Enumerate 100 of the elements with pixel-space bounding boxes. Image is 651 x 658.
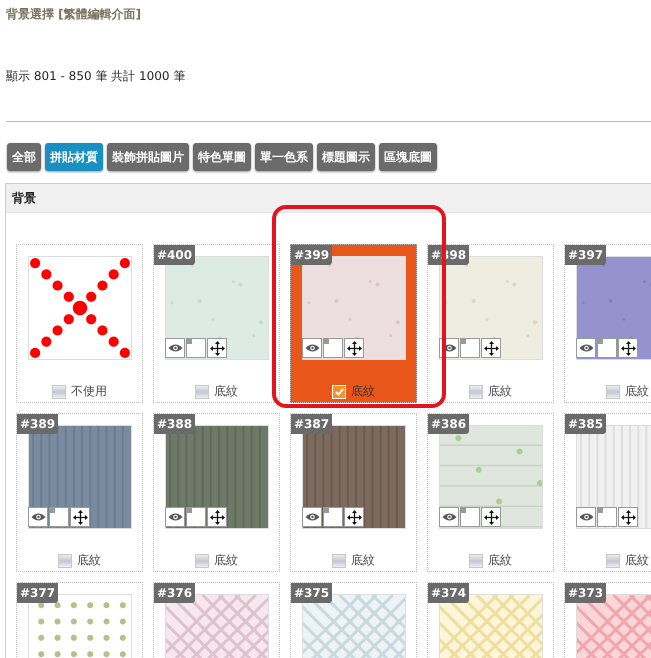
cross-icon <box>28 256 132 360</box>
square-icon <box>461 508 466 513</box>
number-badge: #374 <box>428 583 470 603</box>
eye-icon <box>578 512 594 522</box>
tile-button[interactable] <box>460 338 480 358</box>
texture-card[interactable]: #399 底紋 <box>290 244 417 403</box>
tile-label: 不使用 <box>71 383 107 400</box>
tile-button[interactable] <box>323 338 343 358</box>
tile-label: 底紋 <box>214 552 238 569</box>
tile-label: 底紋 <box>488 383 512 400</box>
preview-button[interactable] <box>576 507 596 527</box>
move-button[interactable] <box>344 338 364 358</box>
tile-button[interactable] <box>186 338 206 358</box>
tile-label: 底紋 <box>77 552 101 569</box>
number-badge: #385 <box>565 414 606 434</box>
preview-button[interactable] <box>302 338 322 358</box>
record-count: 顯示 801 - 850 筆 共計 1000 筆 <box>6 68 186 85</box>
category-tab[interactable]: 拼貼材質 <box>45 143 103 171</box>
move-icon <box>620 340 636 356</box>
checkbox[interactable] <box>58 554 72 568</box>
preview-button[interactable] <box>165 507 185 527</box>
move-icon <box>620 510 636 524</box>
texture-card[interactable]: 不使用 <box>16 244 143 403</box>
tile-button[interactable] <box>597 507 617 527</box>
checkbox[interactable] <box>469 384 483 398</box>
number-badge: #375 <box>291 583 332 603</box>
tile-label: 底紋 <box>351 383 375 400</box>
square-icon <box>50 508 55 513</box>
category-tab[interactable]: 特色單圖 <box>193 143 251 171</box>
move-icon <box>210 510 224 524</box>
panel-title: 背景 <box>12 190 36 206</box>
texture-card[interactable]: #388 底紋 <box>153 413 280 572</box>
tile-button[interactable] <box>323 507 343 527</box>
checkbox[interactable] <box>195 384 209 398</box>
checkbox[interactable] <box>332 554 346 568</box>
move-button[interactable] <box>344 507 364 527</box>
preview-button[interactable] <box>28 507 48 527</box>
square-icon <box>598 339 603 344</box>
tile-button[interactable] <box>597 338 617 358</box>
square-icon <box>461 339 466 344</box>
page-title: 背景選擇 [繁體編輯介面] <box>6 6 142 23</box>
texture-card[interactable]: #389 底紋 <box>16 413 143 572</box>
eye-icon <box>168 343 182 353</box>
number-badge: #377 <box>17 583 58 603</box>
move-icon <box>484 340 498 356</box>
checkbox[interactable] <box>195 554 209 568</box>
eye-icon <box>442 512 456 522</box>
move-button[interactable] <box>481 507 501 527</box>
square-icon <box>598 508 603 513</box>
preview-button[interactable] <box>576 338 596 358</box>
category-tab[interactable]: 區塊底圖 <box>379 143 437 171</box>
number-badge: #400 <box>154 245 196 265</box>
tile-button[interactable] <box>49 507 69 527</box>
texture-card[interactable]: #376 <box>153 582 280 658</box>
category-tab[interactable]: 單一色系 <box>255 143 313 171</box>
eye-icon <box>304 512 320 522</box>
eye-icon <box>578 343 594 353</box>
move-icon <box>210 340 224 356</box>
number-badge: #388 <box>154 414 196 434</box>
tile-label: 底紋 <box>488 552 512 569</box>
category-tab[interactable]: 裝飾拼貼圖片 <box>107 143 189 171</box>
eye-icon <box>168 512 182 522</box>
checkbox[interactable] <box>606 554 620 568</box>
tile-button[interactable] <box>186 507 206 527</box>
move-button[interactable] <box>618 338 638 358</box>
texture-card[interactable]: #400 底紋 <box>153 244 280 403</box>
preview-button[interactable] <box>302 507 322 527</box>
tile-label: 底紋 <box>625 383 649 400</box>
square-icon <box>324 339 329 344</box>
number-badge: #397 <box>565 245 606 265</box>
checkbox[interactable] <box>469 554 483 568</box>
move-icon <box>346 340 362 356</box>
tile-button[interactable] <box>460 507 480 527</box>
move-button[interactable] <box>207 338 227 358</box>
move-button[interactable] <box>481 338 501 358</box>
texture-card[interactable]: #377 <box>16 582 143 658</box>
texture-card[interactable]: #387 底紋 <box>290 413 417 572</box>
texture-card[interactable]: #386 底紋 <box>427 413 554 572</box>
square-icon <box>187 339 192 344</box>
texture-card[interactable]: #375 <box>290 582 417 658</box>
checkbox[interactable] <box>606 384 620 398</box>
move-icon <box>484 510 498 524</box>
texture-card[interactable]: #397 底紋 <box>564 244 651 403</box>
checkbox[interactable] <box>52 384 66 398</box>
eye-icon <box>30 512 46 522</box>
move-button[interactable] <box>70 507 90 527</box>
move-button[interactable] <box>618 507 638 527</box>
texture-card[interactable]: #374 <box>427 582 554 658</box>
category-tab[interactable]: 標題圖示 <box>317 143 375 171</box>
number-badge: #389 <box>17 414 58 434</box>
preview-button[interactable] <box>439 507 459 527</box>
move-button[interactable] <box>207 507 227 527</box>
texture-card[interactable]: #385 底紋 <box>564 413 651 572</box>
number-badge: #386 <box>428 414 470 434</box>
texture-card[interactable]: #373 <box>564 582 651 658</box>
preview-button[interactable] <box>165 338 185 358</box>
tile-label: 底紋 <box>214 383 238 400</box>
tile-label: 底紋 <box>625 552 649 569</box>
category-tab[interactable]: 全部 <box>7 143 41 171</box>
number-badge: #387 <box>291 414 332 434</box>
